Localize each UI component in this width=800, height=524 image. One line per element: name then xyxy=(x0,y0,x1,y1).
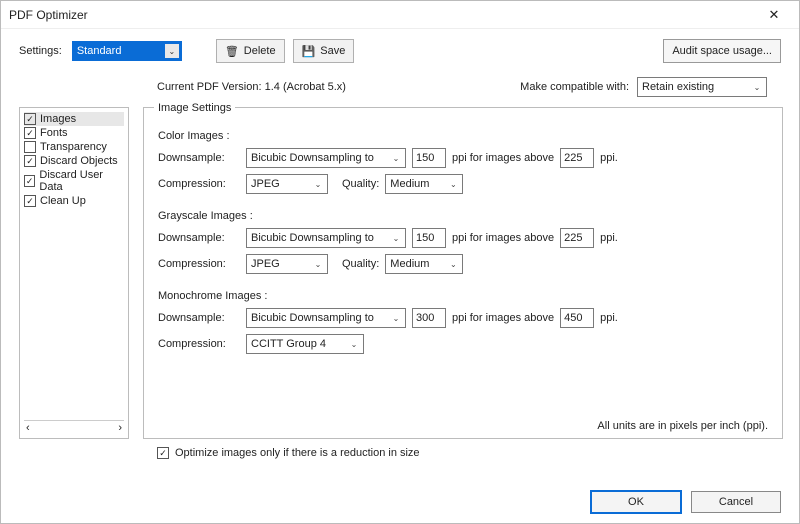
close-button[interactable]: ✕ xyxy=(757,7,791,23)
chevron-down-icon: ⌄ xyxy=(311,177,325,191)
gray-above-input[interactable]: 225 xyxy=(560,228,594,248)
gray-quality-select[interactable]: Medium⌄ xyxy=(385,254,463,274)
mono-above-input[interactable]: 450 xyxy=(560,308,594,328)
quality-label: Quality: xyxy=(342,178,379,190)
settings-label: Settings: xyxy=(19,45,62,57)
units-note: All units are in pixels per inch (ppi). xyxy=(597,420,768,432)
compat-select[interactable]: Retain existing ⌄ xyxy=(637,77,767,97)
ppi-label: ppi. xyxy=(600,152,618,164)
grayscale-images-section: Grayscale Images : Downsample: Bicubic D… xyxy=(158,210,768,274)
scroll-left-icon: ‹ xyxy=(26,422,30,434)
sidebar-item-transparency[interactable]: Transparency xyxy=(24,140,124,154)
sidebar-item-label: Transparency xyxy=(40,141,107,153)
chevron-down-icon: ⌄ xyxy=(446,257,460,271)
sidebar-item-fonts[interactable]: ✓ Fonts xyxy=(24,126,124,140)
settings-panel: Image Settings Color Images : Downsample… xyxy=(143,107,783,439)
ok-button[interactable]: OK xyxy=(591,491,681,513)
color-dpi-input[interactable]: 150 xyxy=(412,148,446,168)
optimize-only-checkbox[interactable]: ✓ xyxy=(157,447,169,459)
category-sidebar: ✓ Images ✓ Fonts Transparency ✓ Discard Object… xyxy=(19,107,129,439)
color-compression-select[interactable]: JPEG⌄ xyxy=(246,174,328,194)
color-above-input[interactable]: 225 xyxy=(560,148,594,168)
section-title: Grayscale Images : xyxy=(158,210,768,222)
audit-space-button[interactable]: Audit space usage... xyxy=(663,39,781,63)
gray-dpi-input[interactable]: 150 xyxy=(412,228,446,248)
gray-downsample-select[interactable]: Bicubic Downsampling to⌄ xyxy=(246,228,406,248)
chevron-down-icon: ⌄ xyxy=(311,257,325,271)
sidebar-scrollbar[interactable]: ‹ › xyxy=(24,420,124,434)
ppi-above-label: ppi for images above xyxy=(452,312,554,324)
gray-compression-select[interactable]: JPEG⌄ xyxy=(246,254,328,274)
color-quality-select[interactable]: Medium⌄ xyxy=(385,174,463,194)
ppi-above-label: ppi for images above xyxy=(452,232,554,244)
chevron-down-icon: ⌄ xyxy=(389,311,403,325)
downsample-label: Downsample: xyxy=(158,232,240,244)
monochrome-images-section: Monochrome Images : Downsample: Bicubic … xyxy=(158,290,768,354)
sidebar-checkbox[interactable]: ✓ xyxy=(24,175,35,187)
downsample-label: Downsample: xyxy=(158,152,240,164)
scroll-right-icon: › xyxy=(118,422,122,434)
sidebar-item-images[interactable]: ✓ Images xyxy=(24,112,124,126)
quality-label: Quality: xyxy=(342,258,379,270)
sidebar-item-label: Images xyxy=(40,113,76,125)
save-icon: 💾 xyxy=(302,45,316,58)
sidebar-item-clean-up[interactable]: ✓ Clean Up xyxy=(24,194,124,208)
sidebar-item-label: Clean Up xyxy=(40,195,86,207)
optimize-only-label: Optimize images only if there is a reduc… xyxy=(175,447,420,459)
chevron-down-icon: ⌄ xyxy=(347,337,361,351)
section-title: Monochrome Images : xyxy=(158,290,768,302)
delete-button[interactable]: 🗑 Delete xyxy=(216,39,285,63)
current-version-label: Current PDF Version: 1.4 (Acrobat 5.x) xyxy=(157,81,346,93)
section-title: Color Images : xyxy=(158,130,768,142)
color-images-section: Color Images : Downsample: Bicubic Downs… xyxy=(158,130,768,194)
mono-downsample-select[interactable]: Bicubic Downsampling to⌄ xyxy=(246,308,406,328)
chevron-down-icon: ⌄ xyxy=(389,231,403,245)
sidebar-checkbox[interactable]: ✓ xyxy=(24,155,36,167)
ppi-above-label: ppi for images above xyxy=(452,152,554,164)
sidebar-item-discard-user-data[interactable]: ✓ Discard User Data xyxy=(24,168,124,194)
mono-compression-select[interactable]: CCITT Group 4⌄ xyxy=(246,334,364,354)
compression-label: Compression: xyxy=(158,338,240,350)
settings-select[interactable]: Standard ⌄ xyxy=(72,41,182,61)
dialog-footer: OK Cancel xyxy=(591,491,781,513)
toolbar: Settings: Standard ⌄ 🗑 Delete 💾 Save Aud… xyxy=(1,29,799,71)
sidebar-checkbox[interactable]: ✓ xyxy=(24,127,36,139)
sidebar-item-label: Discard Objects xyxy=(40,155,118,167)
save-button[interactable]: 💾 Save xyxy=(293,39,355,63)
sidebar-item-discard-objects[interactable]: ✓ Discard Objects xyxy=(24,154,124,168)
sidebar-checkbox[interactable]: ✓ xyxy=(24,113,36,125)
mono-dpi-input[interactable]: 300 xyxy=(412,308,446,328)
sidebar-item-label: Discard User Data xyxy=(39,169,124,193)
ppi-label: ppi. xyxy=(600,312,618,324)
compression-label: Compression: xyxy=(158,258,240,270)
sidebar-item-label: Fonts xyxy=(40,127,68,139)
window-title: PDF Optimizer xyxy=(9,8,757,22)
ppi-label: ppi. xyxy=(600,232,618,244)
meta-row: Current PDF Version: 1.4 (Acrobat 5.x) M… xyxy=(1,71,799,107)
compat-label: Make compatible with: xyxy=(520,81,629,93)
chevron-down-icon: ⌄ xyxy=(165,44,179,58)
chevron-down-icon: ⌄ xyxy=(750,80,764,94)
compression-label: Compression: xyxy=(158,178,240,190)
chevron-down-icon: ⌄ xyxy=(389,151,403,165)
color-downsample-select[interactable]: Bicubic Downsampling to⌄ xyxy=(246,148,406,168)
sidebar-checkbox[interactable]: ✓ xyxy=(24,195,36,207)
sidebar-checkbox[interactable] xyxy=(24,141,36,153)
downsample-label: Downsample: xyxy=(158,312,240,324)
chevron-down-icon: ⌄ xyxy=(446,177,460,191)
cancel-button[interactable]: Cancel xyxy=(691,491,781,513)
titlebar: PDF Optimizer ✕ xyxy=(1,1,799,29)
trash-icon: 🗑 xyxy=(225,45,239,58)
optimize-only-row: ✓ Optimize images only if there is a red… xyxy=(1,439,799,459)
panel-group-title: Image Settings xyxy=(154,102,235,114)
